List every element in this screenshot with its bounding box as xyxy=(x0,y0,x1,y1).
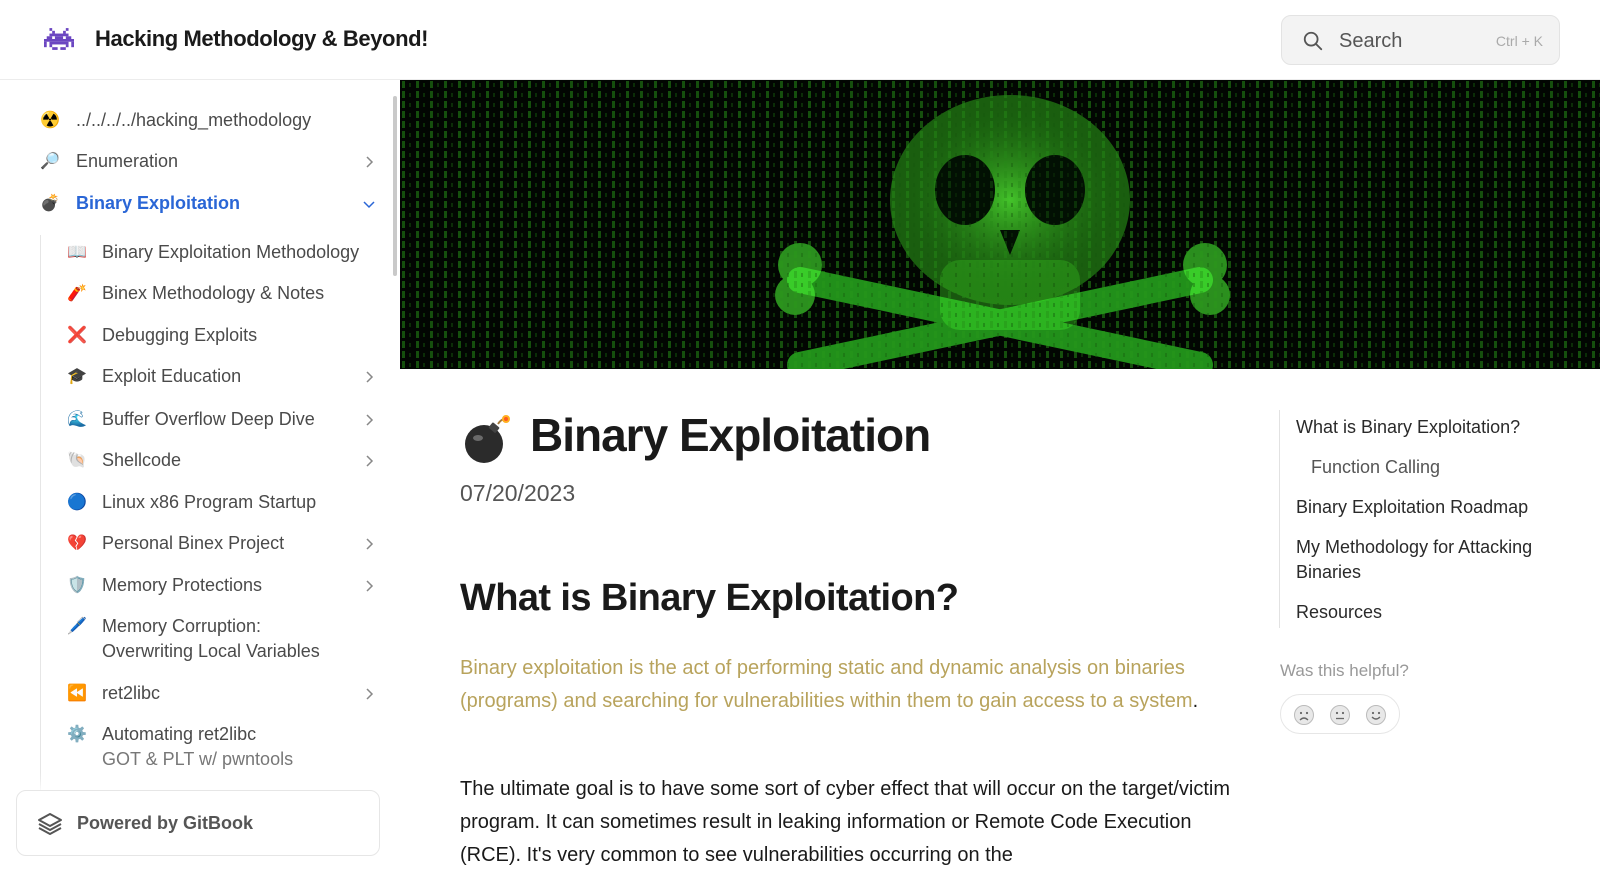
matrix-skull-image xyxy=(400,80,1600,369)
sidebar-scrollbar[interactable] xyxy=(393,96,397,276)
sidebar-item-label: Buffer Overflow Deep Dive xyxy=(102,409,315,429)
sidebar-item-label: Exploit Education xyxy=(102,366,242,386)
sidebar-item-personal-binex[interactable]: 💔 Personal Binex Project xyxy=(0,531,390,561)
book-icon: 📖 xyxy=(67,244,87,261)
firecracker-icon: 🧨 xyxy=(67,285,87,302)
section-heading: What is Binary Exploitation? xyxy=(460,577,959,619)
page-date: 07/20/2023 xyxy=(460,480,576,506)
sidebar-item-enumeration[interactable]: 🔎 Enumeration xyxy=(0,149,390,179)
sidebar-item-memory-corruption[interactable]: 🖊️ Memory Corruption: Overwriting Local … xyxy=(0,614,390,669)
chevron-right-icon[interactable] xyxy=(362,687,376,701)
intro-tail: . xyxy=(1192,690,1199,712)
search-placeholder: Search xyxy=(1339,30,1403,52)
search-icon xyxy=(1303,31,1323,51)
intro-paragraph: Binary exploitation is the act of perfor… xyxy=(460,652,1230,718)
sidebar-item-label: Linux x86 Program Startup xyxy=(102,492,317,512)
sidebar-item-hacking-methodology[interactable]: ☢️ ../../../../hacking_methodology xyxy=(0,108,390,138)
toc-item-methodology[interactable]: My Methodology for Attacking Binaries xyxy=(1296,535,1566,585)
sidebar-item-binary-exploitation[interactable]: 💣 Binary Exploitation xyxy=(0,191,390,221)
chevron-right-icon[interactable] xyxy=(362,413,376,427)
intro-link[interactable]: Binary exploitation is the act of perfor… xyxy=(460,657,1193,712)
sidebar-item-label-line2: GOT & PLT w/ pwntools xyxy=(102,749,294,769)
chevron-down-icon[interactable] xyxy=(362,197,376,211)
bomb-icon xyxy=(465,415,510,463)
sidebar-nav: ☢️ ../../../../hacking_methodology 🔎 Enu… xyxy=(0,80,400,865)
magnifier-icon: 🔎 xyxy=(40,153,60,170)
site-title[interactable]: Hacking Methodology & Beyond! xyxy=(95,26,428,52)
search-shortcut: Ctrl + K xyxy=(1495,33,1543,49)
toc-item-roadmap[interactable]: Binary Exploitation Roadmap xyxy=(1296,495,1576,520)
chevron-right-icon[interactable] xyxy=(362,155,376,169)
chevron-right-icon[interactable] xyxy=(362,370,376,384)
sidebar-item-label-line2: Overwriting Local Variables xyxy=(102,641,320,661)
sidebar-item-label: ret2libc xyxy=(102,683,161,703)
shield-icon: 🛡️ xyxy=(67,577,87,594)
sidebar-item-label: ../../../../hacking_methodology xyxy=(76,110,312,130)
wave-icon: 🌊 xyxy=(67,411,87,428)
sidebar-item-label: Binex Methodology & Notes xyxy=(102,283,325,303)
powered-by-gitbook[interactable]: Powered by GitBook xyxy=(16,790,380,856)
sidebar-item-binex-notes[interactable]: 🧨 Binex Methodology & Notes xyxy=(0,281,390,311)
search-bar[interactable]: Search Ctrl + K xyxy=(1281,15,1560,65)
space-invader-icon[interactable] xyxy=(44,24,74,54)
sidebar-item-linux-startup[interactable]: 🔵 Linux x86 Program Startup xyxy=(0,490,390,520)
hero-cover-image xyxy=(400,80,1600,369)
gitbook-icon xyxy=(38,813,62,835)
sidebar-item-label: Binary Exploitation Methodology xyxy=(102,242,360,262)
rating-group xyxy=(1280,694,1400,734)
sidebar-item-binex-methodology[interactable]: 📖 Binary Exploitation Methodology xyxy=(0,240,390,270)
helpful-prompt: Was this helpful? xyxy=(1280,661,1409,680)
sidebar-item-label: Memory Protections xyxy=(102,575,263,595)
toc-item-function-calling[interactable]: Function Calling xyxy=(1311,455,1591,480)
body-paragraph: The ultimate goal is to have some sort o… xyxy=(460,778,1230,866)
sidebar-item-buffer-overflow[interactable]: 🌊 Buffer Overflow Deep Dive xyxy=(0,407,390,437)
page-title: Binary Exploitation xyxy=(530,409,931,461)
toc-line xyxy=(1279,410,1280,628)
sidebar-item-debugging-exploits[interactable]: ❌ Debugging Exploits xyxy=(0,323,390,353)
sidebar-item-label: Memory Corruption: xyxy=(102,616,262,636)
sad-face-icon[interactable] xyxy=(1293,704,1315,726)
chevron-right-icon[interactable] xyxy=(362,579,376,593)
sidebar-item-ret2libc[interactable]: ⏪ ret2libc xyxy=(0,681,390,711)
shell-icon: 🐚 xyxy=(67,452,87,469)
sidebar-item-label: Automating ret2libc xyxy=(102,724,257,744)
globe-icon: 🔵 xyxy=(67,494,87,511)
rewind-icon: ⏪ xyxy=(67,685,87,702)
sidebar-item-label: Enumeration xyxy=(76,151,179,171)
radioactive-icon: ☢️ xyxy=(40,112,60,129)
pen-icon: 🖊️ xyxy=(67,618,87,635)
sidebar-item-label: Debugging Exploits xyxy=(102,325,258,345)
sidebar-item-memory-protections[interactable]: 🛡️ Memory Protections xyxy=(0,573,390,603)
powered-by-label: Powered by GitBook xyxy=(77,813,254,833)
toc-item-resources[interactable]: Resources xyxy=(1296,600,1576,625)
happy-face-icon[interactable] xyxy=(1365,704,1387,726)
sidebar-item-label: Shellcode xyxy=(102,450,182,470)
sidebar-item-shellcode[interactable]: 🐚 Shellcode xyxy=(0,448,390,478)
sidebar-item-exploit-education[interactable]: 🎓 Exploit Education xyxy=(0,364,390,394)
toc-item-what-is[interactable]: What is Binary Exploitation? xyxy=(1296,415,1576,440)
chevron-right-icon[interactable] xyxy=(362,537,376,551)
sidebar-item-label: Personal Binex Project xyxy=(102,533,285,553)
top-header: Hacking Methodology & Beyond! Search Ctr… xyxy=(0,0,1600,80)
neutral-face-icon[interactable] xyxy=(1329,704,1351,726)
chevron-right-icon[interactable] xyxy=(362,454,376,468)
graduation-cap-icon: 🎓 xyxy=(67,368,87,385)
cross-mark-icon: ❌ xyxy=(67,327,87,344)
sidebar-item-automating-ret2libc[interactable]: ⚙️ Automating ret2libc GOT & PLT w/ pwnt… xyxy=(0,722,390,777)
bomb-icon: 💣 xyxy=(40,195,60,212)
sidebar-item-label: Binary Exploitation xyxy=(76,193,241,213)
broken-heart-icon: 💔 xyxy=(67,535,87,552)
gear-icon: ⚙️ xyxy=(67,726,87,743)
